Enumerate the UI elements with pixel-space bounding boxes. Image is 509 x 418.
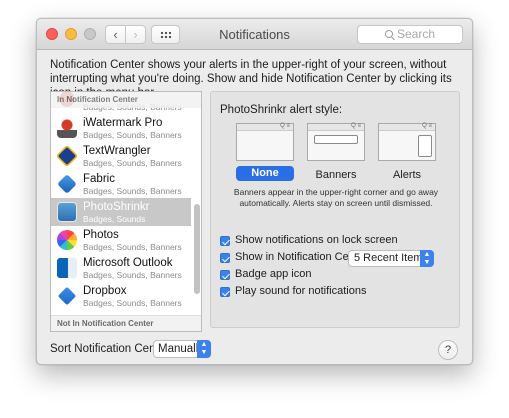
style-banners-label[interactable]: Banners xyxy=(307,169,365,181)
search-field[interactable]: Search xyxy=(357,25,463,44)
list-item-name: Fabric xyxy=(83,173,115,185)
list-item[interactable]: Photos Badges, Sounds, Banners xyxy=(51,226,191,254)
outlook-icon xyxy=(57,258,77,278)
show-in-nc-checkbox[interactable] xyxy=(220,253,230,263)
list-item[interactable]: Fabric Badges, Sounds, Banners xyxy=(51,170,191,198)
list-item-sub: Badges, Sounds, Banners xyxy=(83,298,182,308)
updown-arrows-icon: ▲ ▼ xyxy=(420,250,434,267)
sort-select[interactable]: Manually ▲ ▼ xyxy=(153,340,211,358)
preferences-window: ‹ › Notifications Search Notification Ce… xyxy=(36,18,473,365)
help-button[interactable]: ? xyxy=(438,340,458,360)
updown-arrows-icon: ▲ ▼ xyxy=(197,340,211,358)
list-item-sub: Badges, Sounds, Banners xyxy=(83,270,182,280)
app-list: Badges, Sounds, Banners iWatermark Pro B… xyxy=(51,92,191,316)
photoshrinkr-icon xyxy=(57,202,77,222)
list-item[interactable]: TextWrangler Badges, Sounds, Banners xyxy=(51,142,191,170)
badge-checkbox[interactable] xyxy=(220,270,230,280)
list-item-selected[interactable]: PhotoShrinkr Badges, Sounds xyxy=(51,198,191,226)
style-none-thumbnail[interactable]: Q ≡ xyxy=(236,123,294,161)
recent-items-value: 5 Recent Items xyxy=(354,252,428,264)
list-item-name: Photos xyxy=(83,229,119,241)
list-item-name: iWatermark Pro xyxy=(83,117,163,129)
app-list-pane[interactable]: Badges, Sounds, Banners iWatermark Pro B… xyxy=(50,91,202,332)
dropbox-icon xyxy=(57,286,77,306)
fabric-icon xyxy=(57,174,77,194)
badge-label: Badge app icon xyxy=(235,268,312,280)
list-item[interactable]: iWatermark Pro Badges, Sounds, Banners xyxy=(51,114,191,142)
search-placeholder: Search xyxy=(396,27,436,41)
list-item[interactable]: Microsoft Outlook Badges, Sounds, Banner… xyxy=(51,254,191,282)
list-item-sub: Badges, Sounds, Banners xyxy=(83,158,182,168)
sound-checkbox[interactable] xyxy=(220,287,230,297)
list-item-sub: Badges, Sounds, Banners xyxy=(83,242,182,252)
style-banners-thumbnail[interactable]: Q ≡ xyxy=(307,123,365,161)
title-bar: ‹ › Notifications Search xyxy=(37,19,472,50)
photos-icon xyxy=(57,230,77,250)
list-item-name: PhotoShrinkr xyxy=(83,201,150,213)
list-item-name: Microsoft Outlook xyxy=(83,257,173,269)
iwatermark-icon xyxy=(57,118,77,138)
style-none-label[interactable]: None xyxy=(236,166,294,181)
list-item-sub: Badges, Sounds, Banners xyxy=(83,186,182,196)
list-item-sub: Badges, Sounds xyxy=(83,214,146,224)
list-item-sub: Badges, Sounds, Banners xyxy=(83,130,182,140)
section-header-in-nc: In Notification Center xyxy=(51,92,201,108)
settings-pane: PhotoShrinkr alert style: Q ≡ Q ≡ Q ≡ No… xyxy=(210,91,460,328)
style-alerts-label[interactable]: Alerts xyxy=(378,169,436,181)
search-icon xyxy=(384,30,393,38)
lock-screen-checkbox[interactable] xyxy=(220,236,230,246)
list-item-name: TextWrangler xyxy=(83,145,151,157)
list-item[interactable]: Dropbox Badges, Sounds, Banners xyxy=(51,282,191,310)
sound-label: Play sound for notifications xyxy=(235,285,367,297)
section-header-not-in-nc: Not In Notification Center xyxy=(51,315,201,331)
alert-style-note: Banners appear in the upper-right corner… xyxy=(233,187,439,208)
lock-screen-label: Show notifications on lock screen xyxy=(235,234,398,246)
list-scrollbar[interactable] xyxy=(194,204,200,294)
alert-style-label: PhotoShrinkr alert style: xyxy=(220,104,343,116)
recent-items-select[interactable]: 5 Recent Items ▲ ▼ xyxy=(348,250,434,267)
textwrangler-icon xyxy=(55,144,79,168)
help-icon: ? xyxy=(444,344,452,356)
list-item-name: Dropbox xyxy=(83,285,127,297)
style-alerts-thumbnail[interactable]: Q ≡ xyxy=(378,123,436,161)
